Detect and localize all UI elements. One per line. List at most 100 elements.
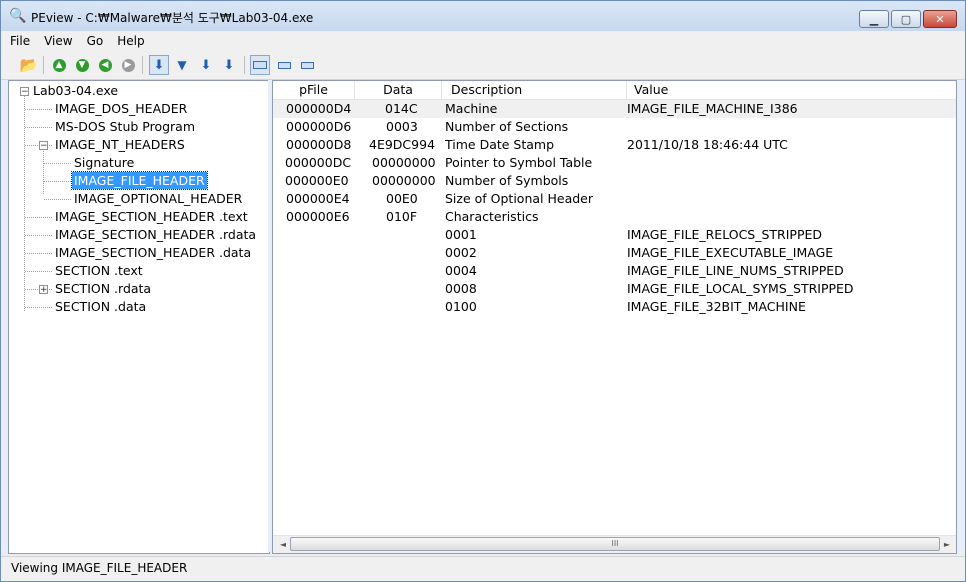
view-text-button[interactable] bbox=[297, 55, 317, 75]
tree-guide-line bbox=[25, 217, 52, 218]
tree-item-file-header[interactable]: IMAGE_FILE_HEADER bbox=[71, 171, 208, 190]
cell-value: 2011/10/18 18:46:44 UTC bbox=[627, 137, 788, 152]
cell-pfile: 000000D6 bbox=[286, 119, 352, 134]
view-details-button[interactable] bbox=[250, 55, 270, 75]
tree-collapse-toggle[interactable]: − bbox=[39, 141, 48, 151]
cell-data: 00000000 bbox=[372, 173, 436, 188]
menu-help[interactable]: Help bbox=[110, 34, 151, 48]
column-header-description[interactable]: Description bbox=[442, 81, 627, 99]
table-row[interactable]: 000000E6 010F Characteristics bbox=[273, 208, 956, 226]
toolbar-separator bbox=[142, 56, 143, 74]
tree-item-dos-header[interactable]: IMAGE_DOS_HEADER bbox=[53, 100, 189, 117]
column-header-value[interactable]: Value bbox=[627, 81, 956, 99]
cell-value: IMAGE_FILE_RELOCS_STRIPPED bbox=[627, 227, 823, 242]
table-row[interactable]: 000000E0 00000000 Number of Symbols bbox=[273, 172, 956, 190]
cell-data: 010F bbox=[386, 209, 418, 224]
tree-guide-line bbox=[25, 127, 52, 128]
cell-pfile: 000000E4 bbox=[286, 191, 350, 206]
cell-description: 0004 bbox=[445, 263, 477, 278]
magnifier-app-icon: 🔍 bbox=[9, 8, 27, 24]
tree-guide-line bbox=[44, 199, 71, 200]
table-row[interactable]: 000000D6 0003 Number of Sections bbox=[273, 118, 956, 136]
go-down-button[interactable]: ▼ bbox=[72, 55, 92, 75]
tree-expand-toggle[interactable]: + bbox=[39, 285, 48, 295]
open-file-button[interactable]: 📂 bbox=[19, 55, 39, 75]
cell-pfile: 000000D4 bbox=[286, 101, 352, 116]
column-header-data[interactable]: Data bbox=[355, 81, 442, 99]
cell-data: 0003 bbox=[386, 119, 418, 134]
go-forward-button[interactable]: ▶ bbox=[118, 55, 138, 75]
table-row[interactable]: 0001 IMAGE_FILE_RELOCS_STRIPPED bbox=[273, 226, 956, 244]
tree-item-signature[interactable]: Signature bbox=[72, 154, 136, 171]
tree-item-optional-header[interactable]: IMAGE_OPTIONAL_HEADER bbox=[72, 190, 244, 207]
structure-tree[interactable]: − Lab03-04.exe IMAGE_DOS_HEADER MS-DOS S… bbox=[8, 80, 270, 554]
view-dword-button[interactable]: ⬇ bbox=[196, 55, 216, 75]
tree-root-file[interactable]: Lab03-04.exe bbox=[31, 82, 120, 99]
tree-collapse-toggle[interactable]: − bbox=[20, 87, 29, 97]
table-row[interactable]: 000000DC 00000000 Pointer to Symbol Tabl… bbox=[273, 154, 956, 172]
tree-item-nt-headers[interactable]: IMAGE_NT_HEADERS bbox=[53, 136, 187, 153]
close-button[interactable]: ✕ bbox=[923, 10, 957, 28]
column-header-pfile[interactable]: pFile bbox=[273, 81, 355, 99]
maximize-button[interactable]: ▢ bbox=[891, 10, 921, 28]
horizontal-scrollbar[interactable]: ◄ III ► bbox=[273, 535, 956, 553]
details-view-icon bbox=[253, 61, 267, 69]
table-row[interactable]: 0008 IMAGE_FILE_LOCAL_SYMS_STRIPPED bbox=[273, 280, 956, 298]
arrow-left-icon: ◀ bbox=[98, 58, 112, 72]
tree-guide-line bbox=[44, 163, 71, 164]
down-into-box-icon: ⬇ bbox=[153, 57, 165, 73]
cell-description: Time Date Stamp bbox=[445, 137, 555, 152]
list-header: pFile Data Description Value bbox=[273, 81, 956, 100]
tree-guide-line bbox=[25, 235, 52, 236]
toolbar-separator bbox=[43, 56, 44, 74]
cell-description: Number of Symbols bbox=[445, 173, 569, 188]
scroll-left-arrow-icon[interactable]: ◄ bbox=[276, 538, 290, 551]
cell-description: 0002 bbox=[445, 245, 477, 260]
tree-item-section-data[interactable]: SECTION .data bbox=[53, 298, 148, 315]
cell-data: 014C bbox=[385, 101, 418, 116]
tree-item-dos-stub[interactable]: MS-DOS Stub Program bbox=[53, 118, 197, 135]
hex-view-icon bbox=[277, 61, 291, 69]
tree-item-section-rdata[interactable]: SECTION .rdata bbox=[53, 280, 153, 297]
toolbar: 📂 ▲ ▼ ◀ ▶ ⬇ ▼ ⬇ ⬇ bbox=[1, 51, 965, 80]
tree-guide-line bbox=[25, 271, 52, 272]
tree-item-section-text[interactable]: SECTION .text bbox=[53, 262, 145, 279]
menu-go[interactable]: Go bbox=[80, 34, 111, 48]
details-list[interactable]: pFile Data Description Value 000000D4 01… bbox=[272, 80, 957, 554]
status-text: Viewing IMAGE_FILE_HEADER bbox=[11, 561, 188, 575]
table-row[interactable]: 000000D8 4E9DC994 Time Date Stamp 2011/1… bbox=[273, 136, 956, 154]
cell-description: Machine bbox=[445, 101, 498, 116]
scroll-thumb[interactable]: III bbox=[290, 537, 940, 551]
scroll-right-arrow-icon[interactable]: ► bbox=[940, 538, 954, 551]
cell-value: IMAGE_FILE_32BIT_MACHINE bbox=[627, 299, 806, 314]
table-row[interactable]: 0100 IMAGE_FILE_32BIT_MACHINE bbox=[273, 298, 956, 316]
table-row[interactable]: 0004 IMAGE_FILE_LINE_NUMS_STRIPPED bbox=[273, 262, 956, 280]
table-row[interactable]: 000000D4 014C Machine IMAGE_FILE_MACHINE… bbox=[273, 100, 956, 118]
go-back-button[interactable]: ◀ bbox=[95, 55, 115, 75]
tree-guide-line bbox=[44, 181, 71, 182]
cell-pfile: 000000E0 bbox=[285, 173, 349, 188]
cell-value: IMAGE_FILE_LOCAL_SYMS_STRIPPED bbox=[627, 281, 854, 296]
down-arrow-bar-icon: ⬇ bbox=[223, 57, 235, 73]
down-triangle-icon: ▼ bbox=[177, 58, 187, 72]
open-folder-icon: 📂 bbox=[19, 56, 39, 74]
cell-description: Pointer to Symbol Table bbox=[445, 155, 593, 170]
status-bar: Viewing IMAGE_FILE_HEADER bbox=[1, 556, 965, 581]
view-hex-button[interactable] bbox=[274, 55, 294, 75]
tree-item-section-header-data[interactable]: IMAGE_SECTION_HEADER .data bbox=[53, 244, 253, 261]
view-word-button[interactable]: ▼ bbox=[172, 55, 192, 75]
cell-data: 00E0 bbox=[386, 191, 418, 206]
toolbar-separator bbox=[244, 56, 245, 74]
arrow-right-icon: ▶ bbox=[121, 58, 135, 72]
menu-file[interactable]: File bbox=[1, 34, 37, 48]
title-bar[interactable]: 🔍 PEview - C:₩Malware₩분석 도구₩Lab03-04.exe… bbox=[1, 1, 965, 31]
menu-view[interactable]: View bbox=[37, 34, 79, 48]
view-byte-button[interactable]: ⬇ bbox=[149, 55, 169, 75]
tree-item-section-header-text[interactable]: IMAGE_SECTION_HEADER .text bbox=[53, 208, 250, 225]
table-row[interactable]: 000000E4 00E0 Size of Optional Header bbox=[273, 190, 956, 208]
minimize-button[interactable]: ▁ bbox=[859, 10, 889, 28]
tree-item-section-header-rdata[interactable]: IMAGE_SECTION_HEADER .rdata bbox=[53, 226, 258, 243]
go-up-button[interactable]: ▲ bbox=[49, 55, 69, 75]
view-qword-button[interactable]: ⬇ bbox=[219, 55, 239, 75]
table-row[interactable]: 0002 IMAGE_FILE_EXECUTABLE_IMAGE bbox=[273, 244, 956, 262]
